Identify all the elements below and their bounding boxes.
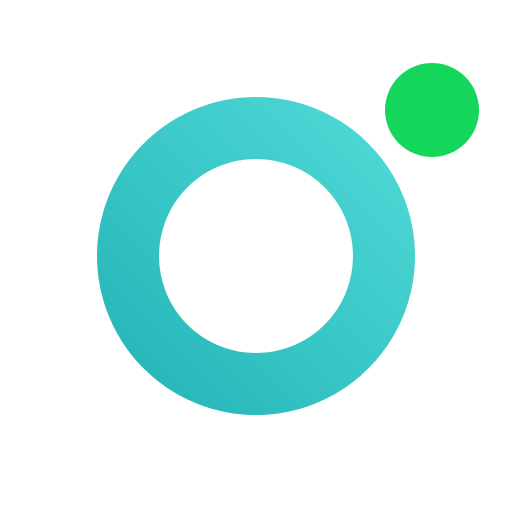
app-icon-canvas	[0, 0, 512, 512]
ring-icon	[97, 97, 415, 415]
status-dot-icon	[385, 63, 479, 157]
app-logo	[97, 63, 479, 415]
